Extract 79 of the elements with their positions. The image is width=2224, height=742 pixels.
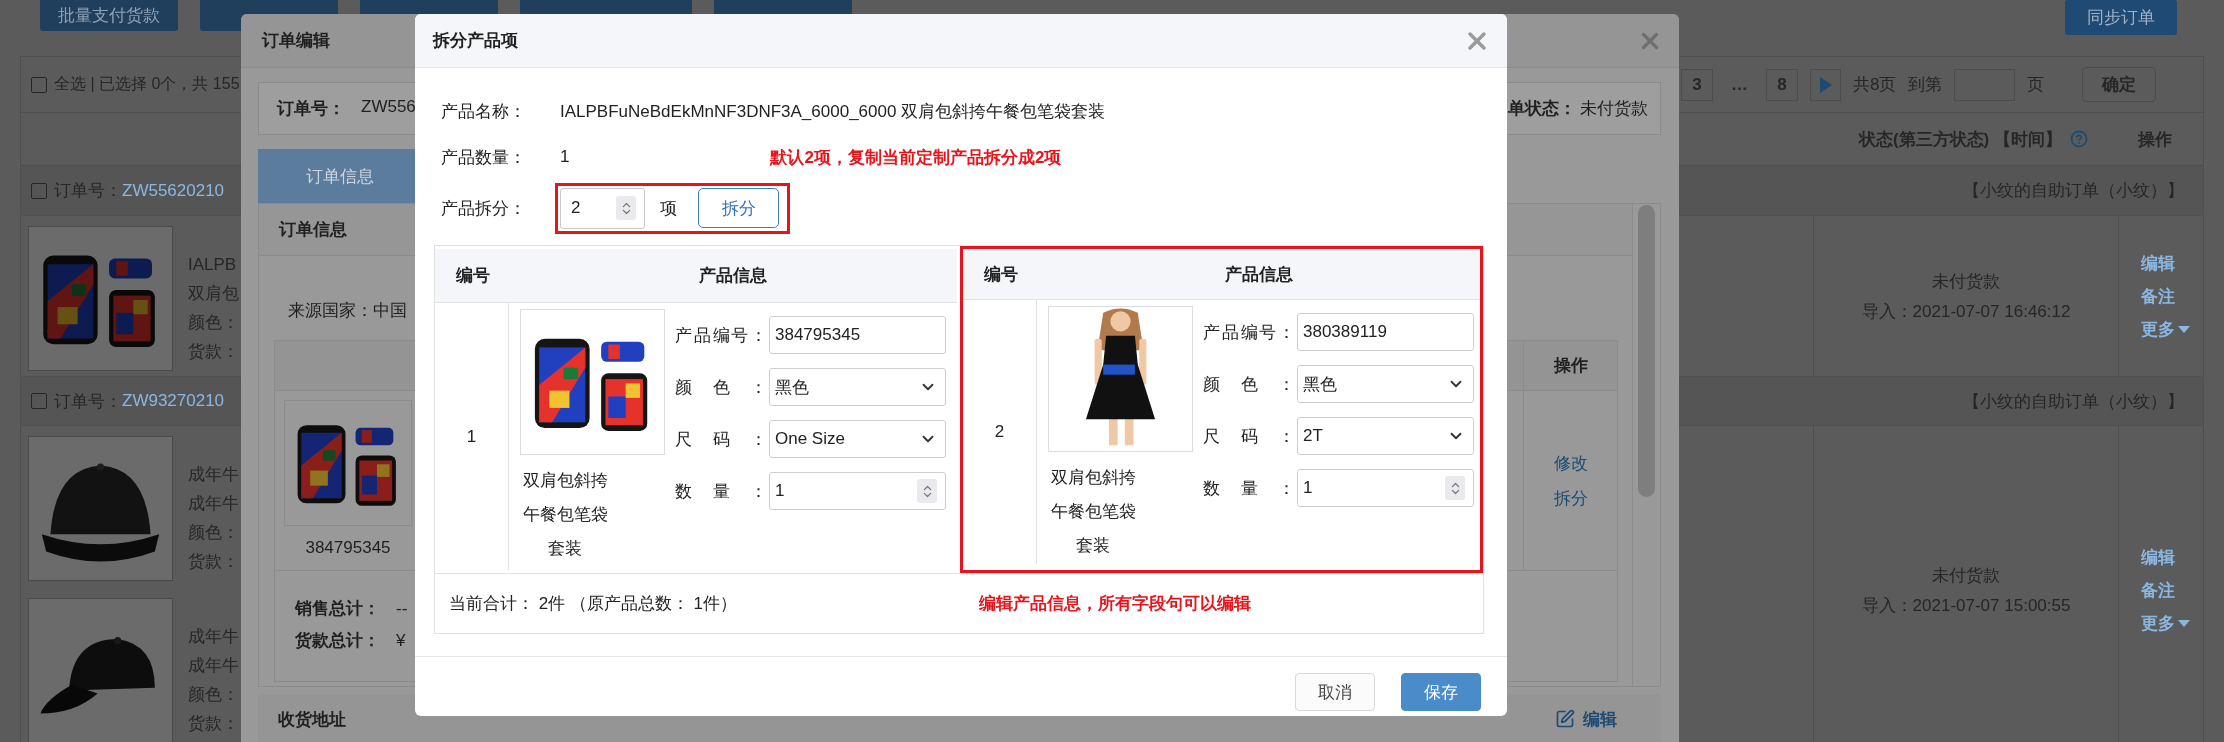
- spinner-icon: [917, 479, 937, 503]
- status-label: 单状态：: [1508, 98, 1576, 120]
- dialog-title: 订单编辑: [262, 30, 330, 52]
- field-value: 1: [560, 147, 570, 167]
- number-field[interactable]: 2: [560, 187, 645, 229]
- next-page-button[interactable]: [1810, 68, 1841, 101]
- annotation-note: 默认2项，复制当前定制产品拆分成2项: [770, 146, 1062, 169]
- checkbox[interactable]: [31, 182, 47, 199]
- field-label: 颜色：: [675, 376, 768, 399]
- total-value: ¥: [396, 630, 406, 652]
- dialog-title: 拆分产品项: [433, 30, 518, 52]
- sync-button[interactable]: 同步订单: [2065, 0, 2177, 35]
- scrollbar-thumb[interactable]: [1638, 205, 1655, 497]
- action-link[interactable]: 编辑: [2141, 546, 2203, 569]
- number-field[interactable]: 1: [769, 472, 946, 510]
- source-country: 来源国家：中国: [288, 299, 407, 322]
- field-label: 数量：: [1203, 477, 1296, 500]
- help-icon: [2070, 130, 2088, 148]
- select-field[interactable]: 黑色: [769, 368, 946, 406]
- action-link[interactable]: 拆分: [1553, 486, 1588, 510]
- product-number: 384795345: [305, 538, 391, 558]
- spinner-icon: [616, 196, 636, 220]
- caret-icon: [2178, 325, 2190, 334]
- field-label: 数量：: [675, 480, 768, 503]
- select-field[interactable]: 2T: [1297, 417, 1474, 455]
- edit-icon: [1555, 709, 1575, 729]
- product-name: 双肩包斜挎午餐包笔袋套装: [521, 470, 609, 560]
- text-field[interactable]: 384795345: [769, 316, 946, 354]
- total-value: --: [396, 598, 408, 620]
- total-label: 销售总计：: [295, 598, 380, 620]
- split-button[interactable]: 拆分: [698, 188, 779, 228]
- total-summary: 当前合计： 2件 （原产品总数： 1件）: [448, 593, 739, 615]
- text-field[interactable]: 380389119: [1297, 313, 1474, 351]
- section-title: 订单信息: [279, 219, 347, 241]
- action-link[interactable]: 编辑: [2141, 252, 2203, 275]
- field-label: 颜色：: [1203, 373, 1296, 396]
- column-header: 编号: [983, 263, 1019, 286]
- order-label: 订单号：: [277, 98, 345, 120]
- field-label: 产品名称：: [441, 100, 527, 123]
- order-number-link[interactable]: ZW55620210: [122, 180, 225, 201]
- select-field[interactable]: 黑色: [1297, 365, 1474, 403]
- cancel-button[interactable]: 取消: [1295, 673, 1375, 711]
- order-status: 未付货款: [1580, 98, 1648, 120]
- caret-icon: [2178, 619, 2190, 628]
- save-button[interactable]: 保存: [1401, 673, 1481, 711]
- checkbox[interactable]: [31, 393, 47, 409]
- section-title: 收货地址: [278, 708, 346, 731]
- field-value: IALPBFuNeBdEkMnNF3DNF3A_6000_6000 双肩包斜挎午餐包笔袋套装: [560, 100, 1106, 123]
- edit-link[interactable]: 编辑: [1555, 707, 1617, 731]
- action-link[interactable]: 修改: [1553, 451, 1588, 475]
- select-field[interactable]: One Size: [769, 420, 946, 458]
- item-number: 1: [466, 426, 477, 447]
- field-label: 产品拆分：: [441, 197, 527, 220]
- play-icon: [1819, 76, 1832, 93]
- spinner-icon: [1445, 476, 1465, 500]
- column-header: 产品信息: [698, 265, 768, 287]
- action-link[interactable]: 更多: [2141, 318, 2203, 341]
- order-number: ZW556: [361, 97, 416, 118]
- action-link[interactable]: 备注: [2141, 285, 2203, 308]
- order-number-link[interactable]: ZW93270210: [122, 391, 225, 411]
- action-link[interactable]: 更多: [2141, 612, 2203, 635]
- number-field[interactable]: 1: [1297, 469, 1474, 507]
- action-link[interactable]: 备注: [2141, 579, 2203, 602]
- field-label: 尺码：: [675, 428, 768, 451]
- column-header: 产品信息: [1223, 263, 1294, 286]
- checkbox[interactable]: [31, 76, 47, 93]
- column-header: 操作: [1553, 355, 1588, 377]
- item-number: 2: [994, 422, 1005, 442]
- total-label: 货款总计：: [295, 630, 380, 652]
- field-label: 产品编号：: [1203, 321, 1296, 344]
- field-label: 尺码：: [1203, 425, 1296, 448]
- unit-label: 项: [660, 197, 677, 220]
- field-label: 产品数量：: [441, 146, 527, 169]
- annotation-note: 编辑产品信息，所有字段句可以编辑: [978, 593, 1252, 615]
- toolbar-button[interactable]: 批量支付货款: [40, 0, 178, 31]
- field-label: 产品编号：: [675, 324, 768, 347]
- column-header: 编号: [455, 265, 491, 287]
- product-name: 双肩包斜挎午餐包笔袋套装: [1049, 467, 1137, 557]
- page-ellipsis: …: [1730, 73, 1749, 96]
